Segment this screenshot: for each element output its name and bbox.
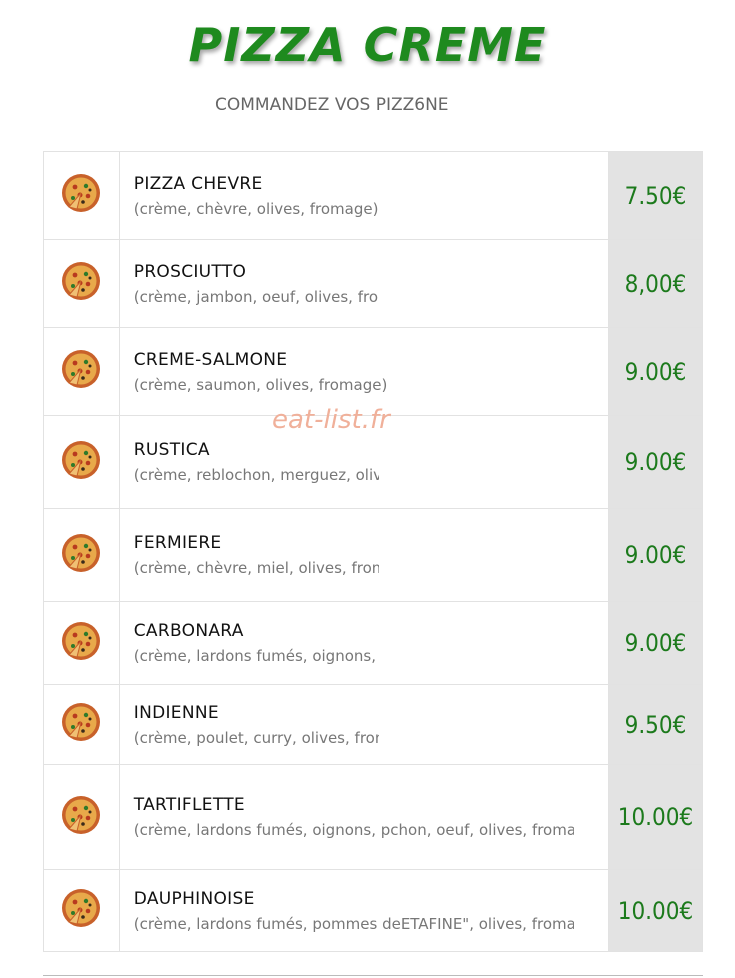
item-cell: CREME-SALMONE (crème, saumon, olives, fr…: [118, 327, 609, 416]
icon-cell: [43, 684, 120, 765]
item-name: PIZZA CHEVRE: [133, 173, 263, 194]
item-price: 9.50€: [607, 684, 704, 765]
divider: [43, 975, 703, 976]
pizza-icon: [59, 174, 103, 219]
item-price: 9.00€: [607, 508, 704, 602]
item-cell: DAUPHINOISE (crème, lardons fumés, pomme…: [118, 869, 609, 952]
menu-row: TARTIFLETTE (crème, lardons fumés, oigno…: [43, 764, 704, 870]
item-name: PROSCIUTTO: [133, 261, 247, 282]
icon-cell: [43, 869, 120, 952]
item-price: 10.00€: [607, 764, 704, 870]
item-description: (crème, chèvre, miel, olives, froma: [133, 559, 379, 577]
menu-row: INDIENNE (crème, poulet, curry, olives, …: [43, 684, 704, 765]
item-price: 7.50€: [607, 151, 704, 240]
item-name: DAUPHINOISE: [133, 888, 255, 909]
pizza-icon: [59, 889, 103, 934]
icon-cell: [43, 151, 120, 240]
item-price: 10.00€: [607, 869, 704, 952]
pizza-icon: [59, 621, 103, 667]
item-description: (crème, chèvre, olives, fromage): [133, 199, 379, 218]
item-cell: TARTIFLETTE (crème, lardons fumés, oigno…: [118, 764, 609, 870]
pizza-icon: [59, 262, 103, 307]
icon-cell: [43, 508, 120, 602]
pizza-icon: [59, 440, 103, 486]
item-name: INDIENNE: [133, 702, 219, 723]
item-description: (crème, saumon, olives, fromage): [133, 375, 388, 394]
item-price: 8,00€: [607, 239, 704, 328]
item-cell: INDIENNE (crème, poulet, curry, olives, …: [118, 684, 609, 765]
item-description: (crème, lardons fumés, oignons, pchon, o…: [133, 821, 574, 839]
item-name: FERMIERE: [133, 533, 222, 553]
item-description: (crème, lardons fumés, oignons, oe: [133, 647, 379, 665]
item-description: (crème, poulet, curry, olives, from: [133, 728, 379, 747]
item-name: CARBONARA: [133, 621, 244, 641]
icon-cell: [43, 764, 120, 870]
pizza-icon: [59, 533, 103, 579]
item-description: (crème, reblochon, merguez, olives: [133, 466, 379, 484]
page-subtitle: COMMANDEZ VOS PIZZ6NE: [215, 95, 449, 115]
item-name: RUSTICA: [133, 440, 210, 460]
menu-row: DAUPHINOISE (crème, lardons fumés, pomme…: [43, 869, 704, 952]
item-cell: CARBONARA (crème, lardons fumés, oignons…: [118, 601, 609, 685]
menu-row: PROSCIUTTO (crème, jambon, oeuf, olives,…: [43, 239, 704, 328]
item-price: 9.00€: [607, 601, 704, 685]
icon-cell: [43, 601, 120, 685]
menu-row: CREME-SALMONE (crème, saumon, olives, fr…: [43, 327, 704, 416]
item-description: (crème, jambon, oeuf, olives, froma: [133, 287, 379, 306]
page-title: PIZZA CREME: [188, 18, 547, 72]
pizza-icon: [59, 350, 103, 395]
item-name: TARTIFLETTE: [133, 795, 245, 815]
menu-row: FERMIERE (crème, chèvre, miel, olives, f…: [43, 508, 704, 602]
item-cell: PROSCIUTTO (crème, jambon, oeuf, olives,…: [118, 239, 609, 328]
item-price: 9.00€: [607, 327, 704, 416]
item-description: (crème, lardons fumés, pommes deETAFINE"…: [133, 914, 574, 933]
menu-row: CARBONARA (crème, lardons fumés, oignons…: [43, 601, 704, 685]
item-cell: PIZZA CHEVRE (crème, chèvre, olives, fro…: [118, 151, 609, 240]
menu-row: RUSTICA (crème, reblochon, merguez, oliv…: [43, 415, 704, 509]
pizza-icon: [59, 703, 103, 748]
item-name: CREME-SALMONE: [133, 349, 288, 370]
menu-row: PIZZA CHEVRE (crème, chèvre, olives, fro…: [43, 151, 704, 240]
icon-cell: [43, 239, 120, 328]
menu-table: PIZZA CHEVRE (crème, chèvre, olives, fro…: [43, 151, 704, 952]
icon-cell: [43, 415, 120, 509]
item-cell: FERMIERE (crème, chèvre, miel, olives, f…: [118, 508, 609, 602]
item-cell: RUSTICA (crème, reblochon, merguez, oliv…: [118, 415, 609, 509]
item-price: 9.00€: [607, 415, 704, 509]
pizza-icon: [59, 795, 103, 841]
icon-cell: [43, 327, 120, 416]
